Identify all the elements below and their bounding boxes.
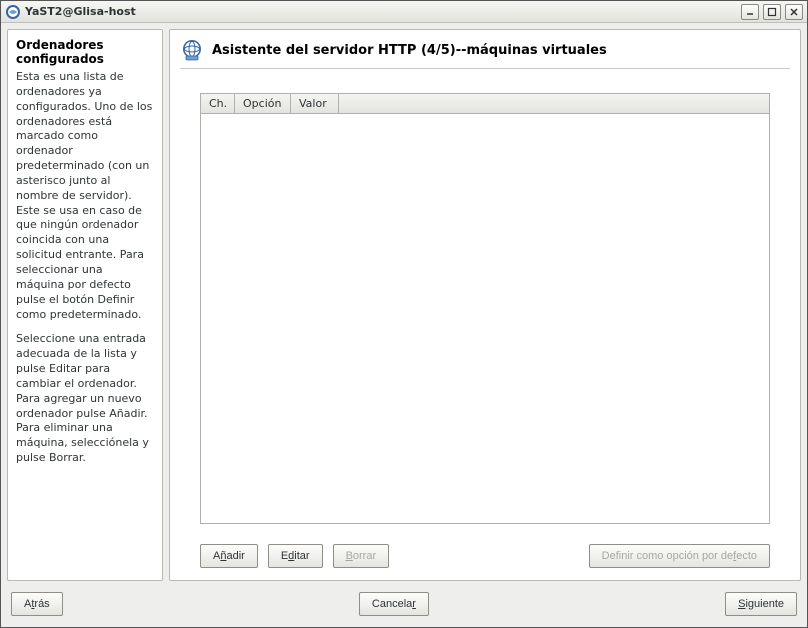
back-button[interactable]: Atrás: [11, 592, 63, 616]
col-value[interactable]: Valor: [291, 94, 339, 113]
delete-button[interactable]: Borrar: [333, 544, 390, 568]
next-button[interactable]: Siguiente: [725, 592, 797, 616]
set-default-button[interactable]: Definir como opción por defecto: [589, 544, 770, 568]
window-title: YaST2@Glisa-host: [25, 5, 737, 18]
hosts-table[interactable]: Ch. Opción Valor: [200, 93, 770, 524]
app-icon: [5, 4, 21, 20]
table-body[interactable]: [201, 114, 769, 523]
maximize-button[interactable]: [763, 4, 781, 20]
main-panel: Asistente del servidor HTTP (4/5)--máqui…: [169, 29, 801, 581]
edit-button[interactable]: Editar: [268, 544, 323, 568]
table-header-row: Ch. Opción Valor: [201, 94, 769, 114]
wizard-nav: Atrás Cancelar Siguiente: [7, 587, 801, 621]
client-area: Ordenadores configurados Esta es una lis…: [1, 23, 807, 627]
main-header: Asistente del servidor HTTP (4/5)--máqui…: [180, 38, 790, 69]
help-heading: Ordenadores configurados: [16, 38, 154, 66]
http-wizard-icon: [180, 38, 204, 62]
titlebar: YaST2@Glisa-host: [1, 1, 807, 23]
main-heading: Asistente del servidor HTTP (4/5)--máqui…: [212, 43, 607, 58]
close-button[interactable]: [785, 4, 803, 20]
columns: Ordenadores configurados Esta es una lis…: [7, 29, 801, 581]
window-root: YaST2@Glisa-host Ordenadores configurado…: [0, 0, 808, 628]
help-para-2: Seleccione una entrada adecuada de la li…: [16, 332, 154, 466]
help-panel: Ordenadores configurados Esta es una lis…: [7, 29, 163, 581]
col-ch[interactable]: Ch.: [201, 94, 235, 113]
cancel-button[interactable]: Cancelar: [359, 592, 429, 616]
add-button[interactable]: Añadir: [200, 544, 258, 568]
col-filler: [339, 94, 769, 113]
col-option[interactable]: Opción: [235, 94, 291, 113]
minimize-button[interactable]: [741, 4, 759, 20]
help-para-1: Esta es una lista de ordenadores ya conf…: [16, 70, 154, 322]
content-area: Ch. Opción Valor: [180, 69, 790, 534]
table-actions: Añadir Editar Borrar Definir como opción…: [180, 534, 790, 572]
